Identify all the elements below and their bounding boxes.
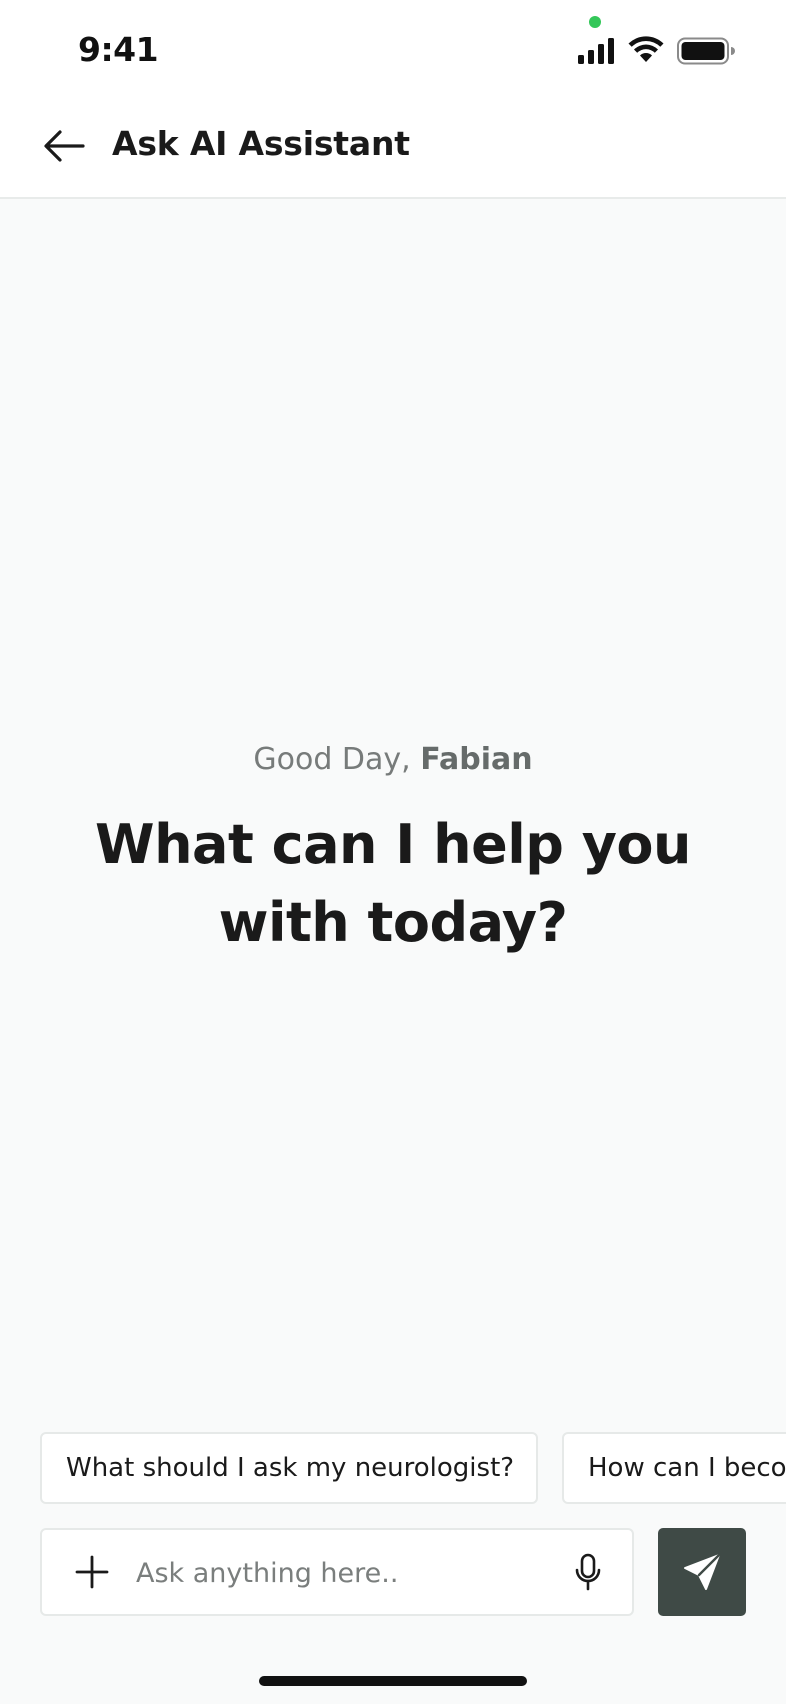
- privacy-indicator-dot: [589, 16, 601, 28]
- send-button[interactable]: [658, 1528, 746, 1616]
- status-time: 9:41: [78, 30, 159, 69]
- add-attachment-button[interactable]: [70, 1550, 114, 1594]
- microphone-button[interactable]: [566, 1550, 610, 1594]
- greeting-text: Good Day, Fabian: [0, 742, 786, 777]
- back-button[interactable]: [40, 122, 88, 170]
- message-input[interactable]: [136, 1544, 526, 1602]
- user-name: Fabian: [420, 742, 533, 777]
- wifi-icon: [628, 36, 664, 62]
- arrow-left-icon: [44, 130, 85, 162]
- app-header: Ask AI Assistant: [0, 96, 786, 199]
- composer: [40, 1528, 634, 1616]
- greeting-prefix: Good Day,: [253, 742, 421, 777]
- signal-icon: [578, 38, 614, 64]
- suggestion-chip[interactable]: How can I beco: [562, 1432, 786, 1504]
- page-title: Ask AI Assistant: [112, 124, 410, 163]
- send-icon: [684, 1553, 721, 1590]
- suggestion-chips: What should I ask my neurologist? How ca…: [40, 1432, 786, 1504]
- suggestion-chip[interactable]: What should I ask my neurologist?: [40, 1432, 538, 1504]
- battery-icon: [677, 37, 735, 65]
- home-indicator[interactable]: [259, 1676, 527, 1686]
- plus-icon: [75, 1555, 109, 1589]
- status-bar: 9:41: [0, 0, 786, 96]
- ai-assistant-screen: 9:41 Ask AI Assistant Good Day, Fabian W…: [0, 0, 786, 1704]
- microphone-icon: [575, 1553, 601, 1591]
- headline: What can I help you with today?: [95, 813, 691, 954]
